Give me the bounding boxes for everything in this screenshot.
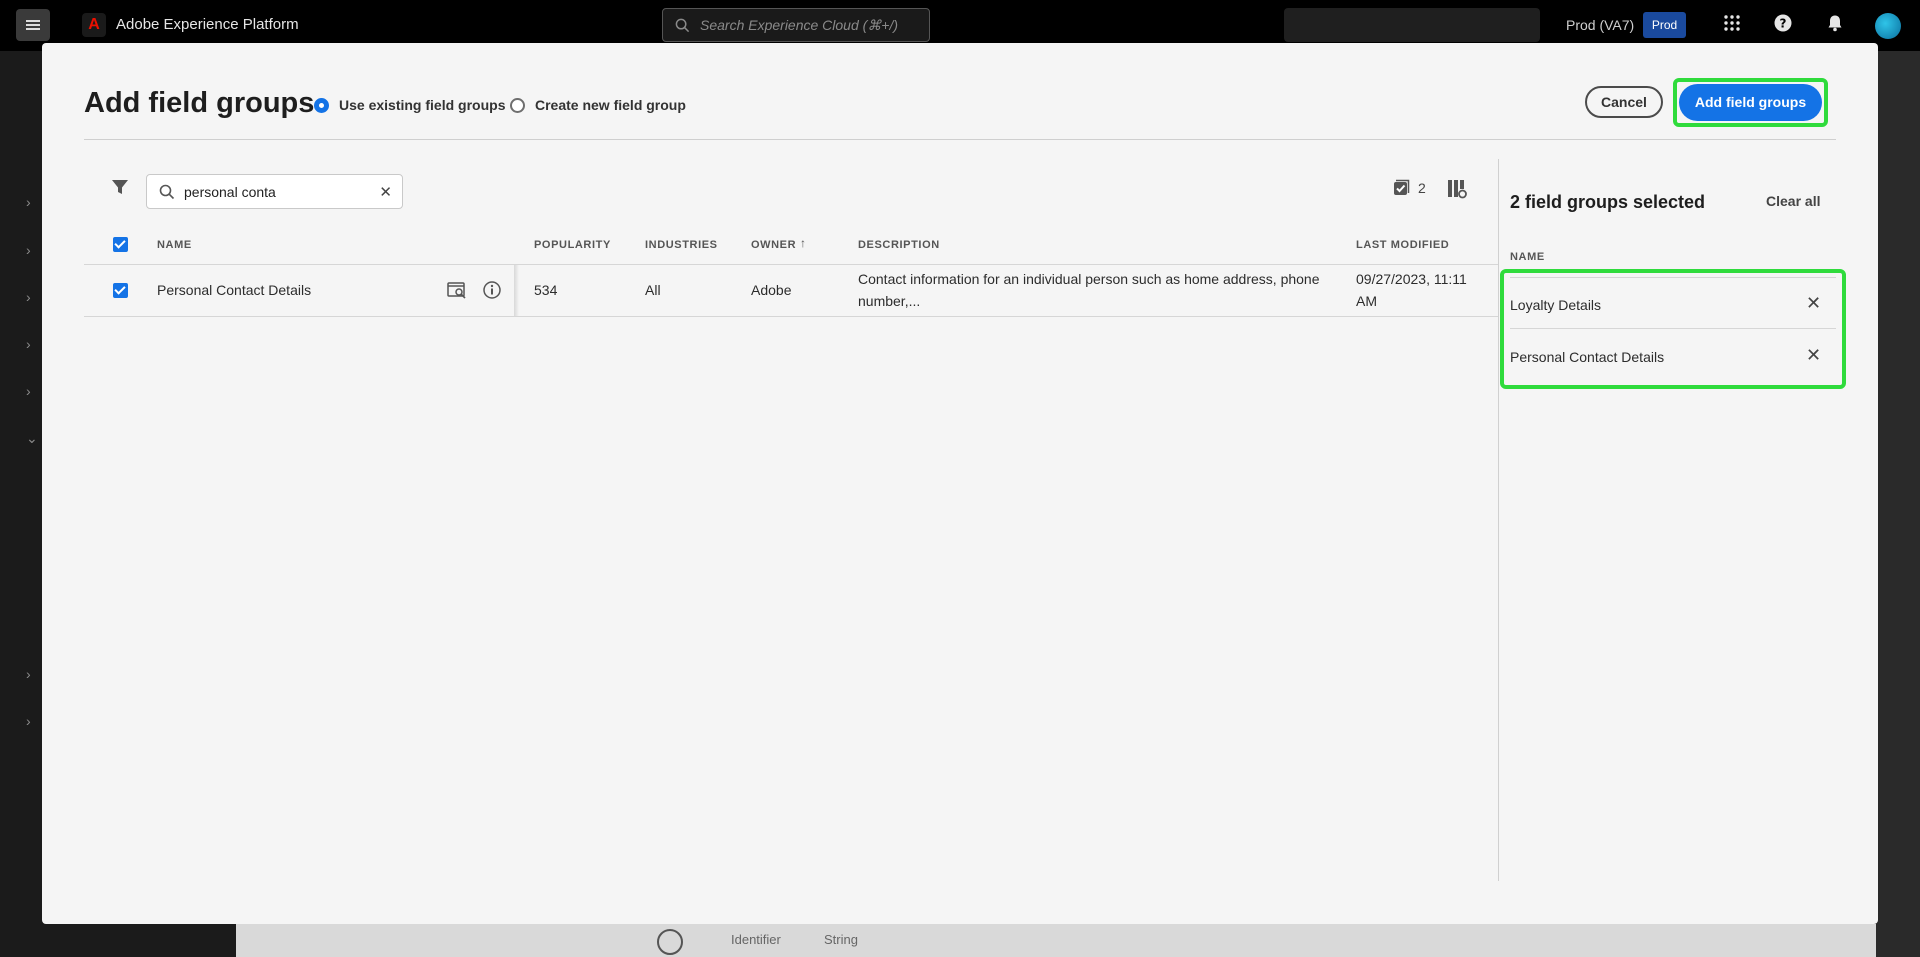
row-checkbox[interactable] — [113, 283, 128, 298]
topbar-placeholder-block — [1284, 8, 1540, 42]
row-divider-line — [84, 316, 1498, 317]
column-header-description[interactable]: DESCRIPTION — [858, 239, 940, 251]
chevron-down-icon: ⌄ — [26, 430, 38, 446]
row-modified-line1: 09/27/2023, 11:11 — [1356, 271, 1467, 287]
column-header-last-modified[interactable]: LAST MODIFIED — [1356, 239, 1449, 251]
select-all-checkbox[interactable] — [113, 237, 128, 252]
left-nav-background: › › › › › ⌄ › › — [0, 51, 42, 957]
background-node-circle — [657, 929, 683, 955]
row-modified-line2: AM — [1356, 293, 1377, 309]
dialog-title: Add field groups — [84, 87, 315, 119]
hamburger-menu-button[interactable] — [16, 9, 50, 41]
background-schema-canvas: Identifier String — [236, 924, 1876, 957]
search-icon — [159, 184, 175, 199]
selected-item-divider — [1510, 328, 1836, 329]
field-group-search-input[interactable]: personal conta ✕ — [146, 174, 403, 209]
cancel-button[interactable]: Cancel — [1585, 86, 1663, 118]
preview-icon[interactable] — [447, 280, 469, 302]
apps-grid-icon[interactable] — [1721, 14, 1743, 36]
chevron-right-icon: › — [26, 289, 31, 305]
filter-icon[interactable] — [111, 178, 131, 198]
row-name[interactable]: Personal Contact Details — [157, 279, 311, 301]
search-value: personal conta — [184, 183, 276, 200]
global-search-placeholder: Search Experience Cloud (⌘+/) — [700, 16, 899, 33]
search-icon — [675, 18, 690, 32]
global-search-input[interactable]: Search Experience Cloud (⌘+/) — [662, 8, 930, 42]
help-icon[interactable]: ? — [1772, 14, 1794, 36]
panel-separator — [1498, 159, 1499, 881]
column-header-name[interactable]: NAME — [157, 239, 192, 251]
column-settings-icon[interactable] — [1447, 179, 1467, 199]
column-header-popularity[interactable]: POPULARITY — [534, 239, 611, 251]
radio-use-existing-label: Use existing field groups — [339, 97, 506, 113]
app-title[interactable]: Adobe Experience Platform — [116, 16, 299, 33]
radio-create-new[interactable]: Create new field group — [510, 97, 686, 113]
chevron-right-icon: › — [26, 194, 31, 210]
info-icon[interactable] — [482, 280, 504, 302]
menu-icon — [26, 24, 40, 26]
clear-search-icon[interactable]: ✕ — [379, 183, 392, 201]
sandbox-badge[interactable]: Prod — [1643, 12, 1686, 38]
add-field-groups-dialog: Add field groups Use existing field grou… — [42, 43, 1878, 924]
bell-icon[interactable] — [1824, 14, 1846, 36]
chevron-right-icon: › — [26, 242, 31, 258]
svg-text:?: ? — [1780, 17, 1787, 31]
remove-item-icon[interactable]: ✕ — [1806, 293, 1821, 314]
selected-item-label: Loyalty Details — [1510, 297, 1602, 313]
chevron-right-icon: › — [26, 336, 31, 352]
column-header-owner[interactable]: OWNER — [751, 239, 796, 251]
row-description-line2: number,... — [858, 293, 921, 309]
row-description-line1: Contact information for an individual pe… — [858, 271, 1320, 287]
adobe-logo: A — [82, 13, 106, 37]
radio-create-new-label: Create new field group — [535, 97, 686, 113]
avatar[interactable] — [1875, 13, 1901, 39]
radio-unselected-icon[interactable] — [510, 97, 525, 113]
checkbox-stack-icon — [1394, 179, 1410, 195]
radio-selected-icon[interactable] — [314, 97, 329, 113]
background-field-type: String — [824, 932, 858, 947]
row-owner: Adobe — [751, 282, 792, 298]
radio-use-existing[interactable]: Use existing field groups — [314, 97, 505, 113]
sort-ascending-icon[interactable]: ↑ — [800, 236, 807, 250]
row-popularity: 534 — [534, 282, 558, 298]
column-header-industries[interactable]: INDUSTRIES — [645, 239, 718, 251]
selected-count-value: 2 — [1418, 180, 1426, 196]
org-switcher[interactable]: Prod (VA7) — [1566, 17, 1634, 33]
chevron-right-icon: › — [26, 713, 31, 729]
header-divider — [84, 139, 1836, 140]
selected-count[interactable]: 2 — [1392, 179, 1426, 197]
selected-panel-title: 2 field groups selected — [1510, 192, 1706, 212]
chevron-right-icon: › — [26, 666, 31, 682]
clear-all-button[interactable]: Clear all — [1766, 193, 1820, 209]
background-field-label: Identifier — [731, 932, 781, 947]
sticky-column-shadow — [514, 265, 519, 316]
selected-panel-header: NAME — [1510, 251, 1545, 263]
remove-item-icon[interactable]: ✕ — [1806, 345, 1821, 366]
add-field-groups-button[interactable]: Add field groups — [1679, 84, 1822, 121]
row-industries: All — [645, 282, 661, 298]
chevron-right-icon: › — [26, 383, 31, 399]
highlight-frame — [1500, 269, 1846, 389]
selected-item-label: Personal Contact Details — [1510, 349, 1665, 365]
background-right-strip — [1876, 51, 1920, 957]
header-divider-line — [84, 264, 1498, 265]
